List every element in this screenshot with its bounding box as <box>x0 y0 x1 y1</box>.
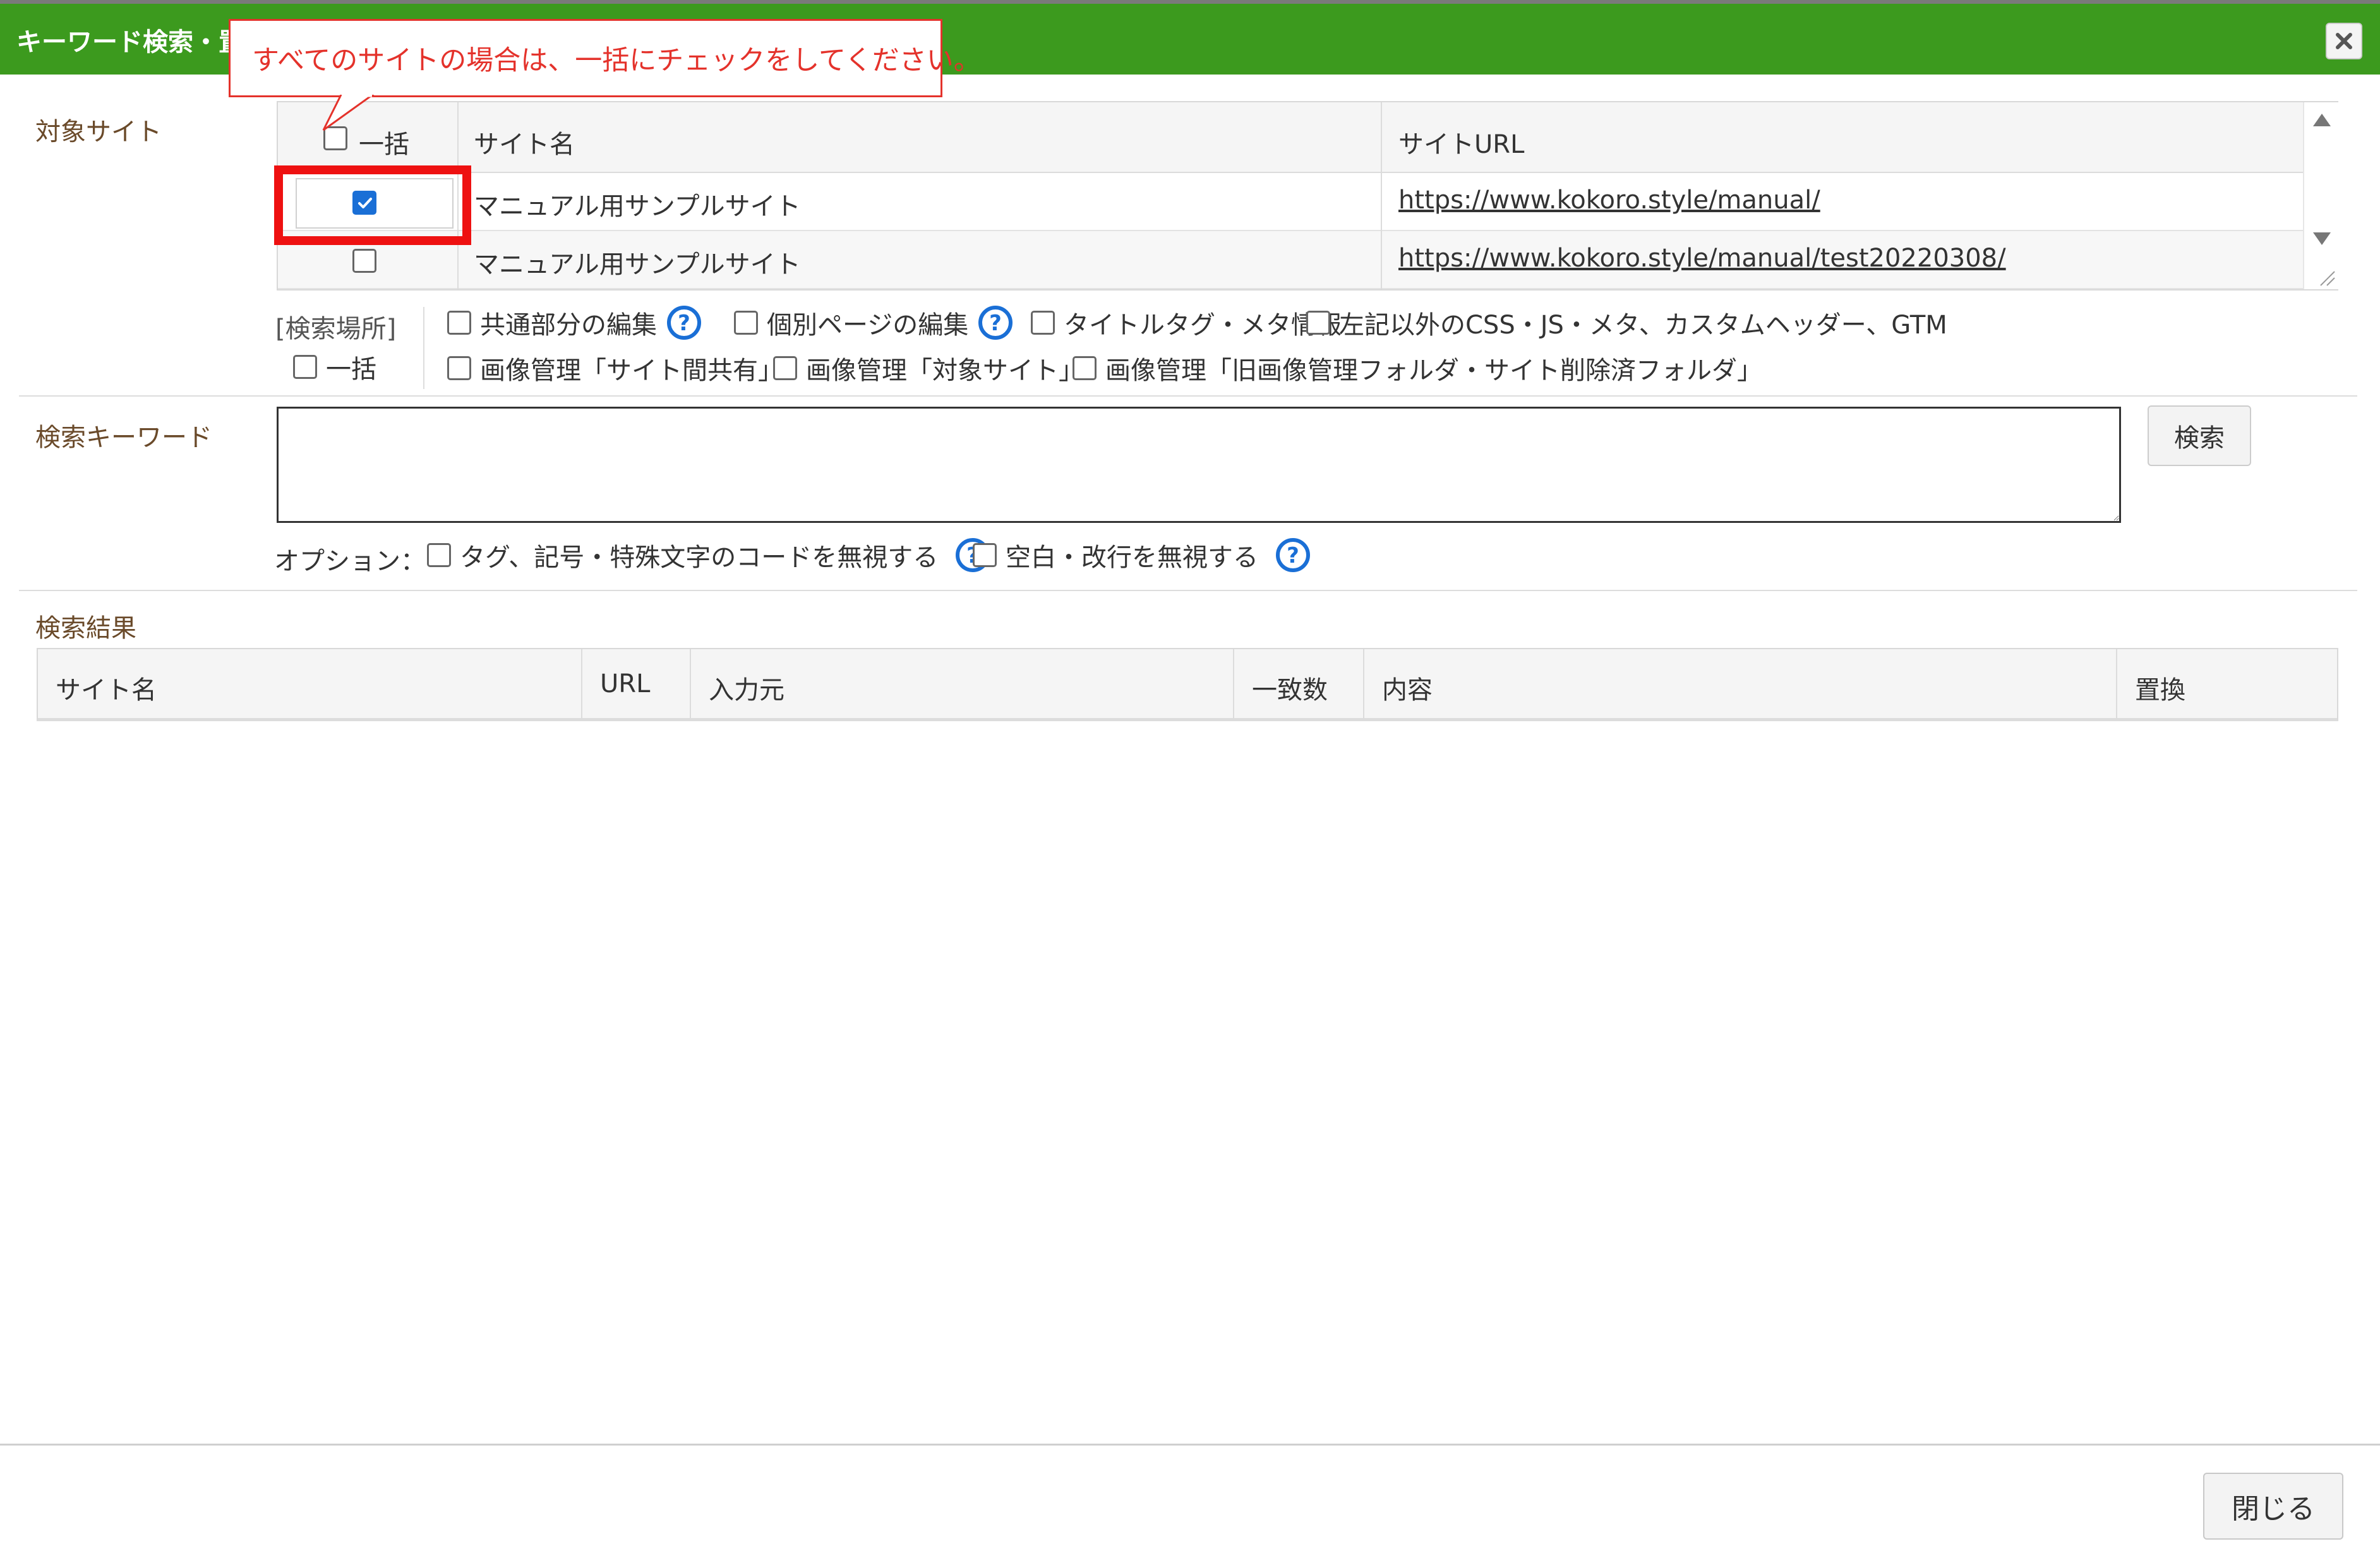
section-divider <box>19 590 2357 591</box>
option-label: 個別ページの編集 <box>767 311 969 340</box>
search-location-option[interactable]: 個別ページの編集 ? <box>734 304 1014 341</box>
results-col-content: 内容 <box>1382 676 1433 705</box>
search-location-all-checkbox[interactable] <box>293 355 317 379</box>
close-icon-button[interactable] <box>2326 23 2362 59</box>
option-label: 共通部分の編集 <box>480 311 657 340</box>
results-label: 検索結果 <box>35 614 136 643</box>
site-table-scrollbar[interactable] <box>2303 102 2338 289</box>
close-icon <box>2336 33 2352 49</box>
keyword-label: 検索キーワード <box>35 423 212 452</box>
options-label: オプション： <box>274 547 426 576</box>
site-row: マニュアル用サンプルサイト https://www.kokoro.style/m… <box>278 173 2303 231</box>
keyword-option[interactable]: 空白・改行を無視する ? <box>973 537 1311 573</box>
site-url-link[interactable]: https://www.kokoro.style/manual/test2022… <box>1398 244 2006 273</box>
site-row: マニュアル用サンプルサイト https://www.kokoro.style/m… <box>278 231 2303 289</box>
target-sites-label: 対象サイト <box>35 117 162 147</box>
svg-text:?: ? <box>1287 543 1299 568</box>
option-checkbox[interactable] <box>1031 311 1055 335</box>
search-button[interactable]: 検索 <box>2148 405 2251 466</box>
resize-grip-icon[interactable] <box>2317 268 2336 287</box>
search-location-all-label: 一括 <box>326 355 376 384</box>
svg-text:?: ? <box>989 311 1002 336</box>
column-divider <box>1233 649 1234 719</box>
search-location-option[interactable]: タイトルタグ・メタ情報 <box>1031 304 1342 341</box>
option-label: 空白・改行を無視する <box>1006 543 1258 572</box>
site-table: 一括 サイト名 サイトURL マニュアル用サンプルサイト https://www… <box>277 101 2338 290</box>
close-button[interactable]: 閉じる <box>2203 1473 2343 1540</box>
option-label: タグ、記号・特殊文字のコードを無視する <box>460 543 939 572</box>
option-checkbox[interactable] <box>1073 356 1097 380</box>
option-label: タイトルタグ・メタ情報 <box>1064 311 1342 340</box>
footer-divider <box>0 1444 2380 1446</box>
option-label: 画像管理「旧画像管理フォルダ・サイト削除済フォルダ」 <box>1105 356 1762 385</box>
option-checkbox[interactable] <box>1306 311 1330 335</box>
results-col-matches: 一致数 <box>1252 676 1328 705</box>
search-location-option[interactable]: 共通部分の編集 ? <box>447 304 702 341</box>
option-checkbox[interactable] <box>973 543 997 567</box>
search-location-option[interactable]: 左記以外のCSS・JS・メタ、カスタムヘッダー、GTM <box>1306 304 1947 341</box>
site-row-checkbox[interactable] <box>352 249 376 273</box>
option-checkbox[interactable] <box>447 356 471 380</box>
callout-tail <box>322 95 375 131</box>
results-table-header: サイト名 URL 入力元 一致数 内容 置換 <box>37 648 2338 721</box>
option-label: 画像管理「対象サイト」 <box>806 356 1084 385</box>
results-col-replace: 置換 <box>2135 676 2185 705</box>
results-col-site-name: サイト名 <box>56 676 157 705</box>
search-location-all[interactable]: 一括 <box>293 349 376 385</box>
search-location-option[interactable]: 画像管理「対象サイト」 <box>773 350 1084 386</box>
site-name: マニュアル用サンプルサイト <box>474 192 801 221</box>
search-location-option[interactable]: 画像管理「旧画像管理フォルダ・サイト削除済フォルダ」 <box>1073 350 1762 386</box>
option-checkbox[interactable] <box>447 311 471 335</box>
option-checkbox[interactable] <box>773 356 797 380</box>
option-checkbox[interactable] <box>734 311 758 335</box>
help-icon[interactable]: ? <box>977 304 1014 341</box>
callout-text: すべてのサイトの場合は、一括にチェックをしてください。 <box>252 45 981 76</box>
svg-text:?: ? <box>678 311 690 336</box>
results-col-url: URL <box>600 669 651 698</box>
keyword-textarea[interactable] <box>277 407 2121 523</box>
header-site-url: サイトURL <box>1398 130 1525 159</box>
scroll-down-arrow-icon[interactable] <box>2313 232 2331 245</box>
header-site-name: サイト名 <box>474 130 575 159</box>
divider <box>423 307 424 389</box>
results-col-source: 入力元 <box>709 676 784 705</box>
highlight-box <box>274 165 471 245</box>
column-divider <box>1363 649 1364 719</box>
column-divider <box>1381 102 1382 289</box>
help-icon[interactable]: ? <box>666 304 702 341</box>
site-name: マニュアル用サンプルサイト <box>474 250 801 279</box>
section-divider <box>19 395 2357 397</box>
highlight-inner <box>296 178 454 229</box>
site-url-link[interactable]: https://www.kokoro.style/manual/ <box>1398 186 1820 215</box>
option-label: 画像管理「サイト間共有」 <box>480 356 783 385</box>
site-table-header: 一括 サイト名 サイトURL <box>278 102 2303 173</box>
option-label: 左記以外のCSS・JS・メタ、カスタムヘッダー、GTM <box>1339 311 1947 340</box>
column-divider <box>2116 649 2117 719</box>
option-checkbox[interactable] <box>427 543 451 567</box>
keyword-option[interactable]: タグ、記号・特殊文字のコードを無視する ? <box>427 537 991 573</box>
search-location-option[interactable]: 画像管理「サイト間共有」 <box>447 350 783 386</box>
search-location-label: [検索場所] <box>275 314 397 344</box>
column-divider <box>690 649 691 719</box>
scroll-up-arrow-icon[interactable] <box>2313 114 2331 126</box>
column-divider <box>581 649 582 719</box>
callout-note: すべてのサイトの場合は、一括にチェックをしてください。 <box>229 19 981 97</box>
help-icon[interactable]: ? <box>1275 537 1311 573</box>
